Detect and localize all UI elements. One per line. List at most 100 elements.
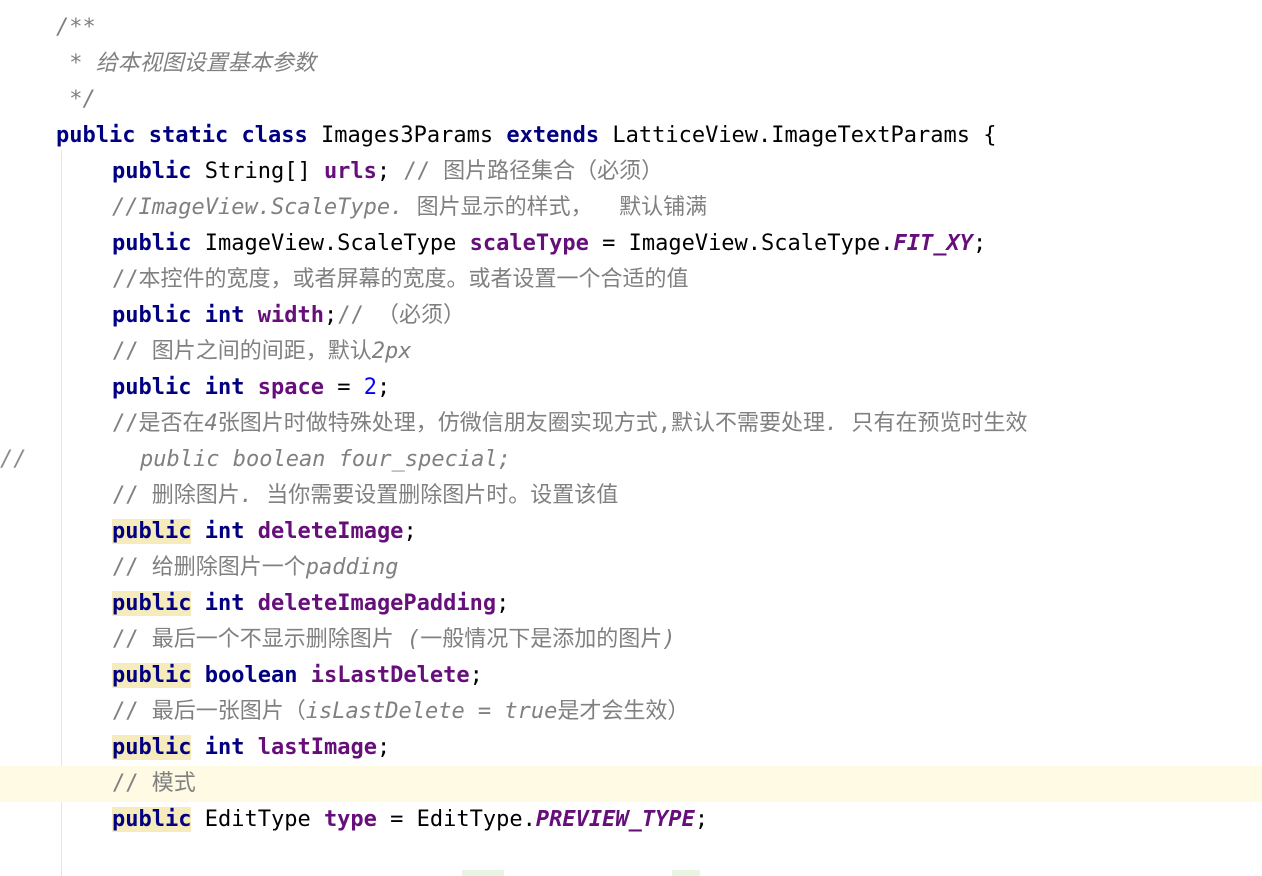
code-line[interactable]: */ <box>0 82 1262 118</box>
code-token: public <box>112 375 192 400</box>
code-text: public int width;// （必须） <box>112 298 465 334</box>
code-token: 4 <box>204 411 218 436</box>
code-token: // （必须） <box>337 303 465 328</box>
change-marker <box>462 870 504 876</box>
code-token: ; <box>403 519 417 544</box>
code-token: 图片显示的样式， 默认铺满 <box>403 195 708 220</box>
code-line[interactable]: // 最后一张图片（isLastDelete = true是才会生效） <box>0 694 1262 730</box>
code-token: 是才会生效） <box>557 699 690 724</box>
code-token: extends <box>506 123 600 148</box>
code-line[interactable]: // 给删除图片一个padding <box>0 550 1262 586</box>
code-token: public <box>112 303 192 328</box>
code-line[interactable]: public int deleteImage; <box>0 514 1262 550</box>
code-token: // 模式 <box>112 771 196 796</box>
code-token: public <box>112 231 192 256</box>
code-token: ; <box>323 303 338 328</box>
code-token: ; <box>376 735 391 760</box>
code-line[interactable]: public int lastImage; <box>0 730 1262 766</box>
code-token: static <box>148 123 229 148</box>
code-line[interactable]: public EditType type = EditType.PREVIEW_… <box>0 802 1262 838</box>
code-line[interactable]: /** <box>0 10 1262 46</box>
code-token: // 删除图片 <box>112 483 240 508</box>
code-token: public <box>112 735 192 760</box>
code-text: * 给本视图设置基本参数 <box>56 46 316 82</box>
code-line[interactable]: public int width;// （必须） <box>0 298 1262 334</box>
code-text: /** <box>56 10 96 46</box>
code-token: space <box>257 375 324 400</box>
code-text: public static class Images3Params extend… <box>56 118 996 154</box>
code-text: // 模式 <box>112 766 196 802</box>
code-text: public boolean isLastDelete; <box>112 658 483 694</box>
code-line[interactable]: public ImageView.ScaleType scaleType = I… <box>0 226 1262 262</box>
code-text: // 最后一个不显示删除图片 (一般情况下是添加的图片) <box>112 622 676 658</box>
code-token: = ImageView.ScaleType. <box>588 231 894 256</box>
code-line[interactable]: // 最后一个不显示删除图片 (一般情况下是添加的图片) <box>0 622 1262 658</box>
code-token: scaleType <box>469 231 589 256</box>
code-line[interactable]: // public boolean four_special; <box>0 442 1262 478</box>
change-marker <box>672 870 700 876</box>
code-line[interactable]: public int space = 2; <box>0 370 1262 406</box>
code-token: /** <box>56 15 96 40</box>
code-line[interactable]: //ImageView.ScaleType. 图片显示的样式， 默认铺满 <box>0 190 1262 226</box>
code-token: 当你需要设置删除图片时。设置该值 <box>253 483 619 508</box>
code-text: //本控件的宽度，或者屏幕的宽度。或者设置一个合适的值 <box>112 262 689 298</box>
code-token: */ <box>56 87 96 112</box>
code-line[interactable]: // 删除图片. 当你需要设置删除图片时。设置该值 <box>0 478 1262 514</box>
code-token: . <box>825 411 839 436</box>
code-token: //ImageView.ScaleType. <box>112 195 404 220</box>
code-token: ; <box>972 231 987 256</box>
code-token: LatticeView.ImageTextParams { <box>599 123 997 148</box>
code-token: isLastDelete = true <box>305 699 558 724</box>
code-text: //是否在4张图片时做特殊处理，仿微信朋友圈实现方式,默认不需要处理. 只有在预… <box>112 406 1028 442</box>
code-token: Images3Params <box>307 123 507 148</box>
code-line[interactable]: // 图片之间的间距，默认2px <box>0 334 1262 370</box>
code-token: deleteImage <box>257 519 404 544</box>
code-text: public int deleteImage; <box>112 514 417 550</box>
code-text: */ <box>56 82 96 118</box>
code-token: urls <box>323 159 377 184</box>
code-token: //是否在 <box>112 411 205 436</box>
code-line[interactable]: public boolean isLastDelete; <box>0 658 1262 694</box>
code-line[interactable]: //本控件的宽度，或者屏幕的宽度。或者设置一个合适的值 <box>0 262 1262 298</box>
code-token: public <box>112 663 192 688</box>
code-line[interactable]: //是否在4张图片时做特殊处理，仿微信朋友圈实现方式,默认不需要处理. 只有在预… <box>0 406 1262 442</box>
code-token: // 图片路径集合（必须） <box>390 159 664 184</box>
code-token: * 给本视图设置基本参数 <box>56 51 316 76</box>
code-line[interactable]: * 给本视图设置基本参数 <box>0 46 1262 82</box>
code-text: public EditType type = EditType.PREVIEW_… <box>112 802 708 838</box>
code-token: int <box>204 303 245 328</box>
code-text: public int lastImage; <box>112 730 390 766</box>
code-text: public String[] urls; // 图片路径集合（必须） <box>112 154 663 190</box>
code-token: type <box>323 807 377 832</box>
code-token: public <box>56 123 136 148</box>
code-line[interactable]: public String[] urls; // 图片路径集合（必须） <box>0 154 1262 190</box>
code-token: int <box>204 735 245 760</box>
code-token: deleteImagePadding <box>257 591 497 616</box>
code-text: // 给删除图片一个padding <box>112 550 398 586</box>
code-token: 只有在预览时生效 <box>838 411 1028 436</box>
code-token: public <box>112 591 192 616</box>
code-line[interactable]: public int deleteImagePadding; <box>0 586 1262 622</box>
code-text: // 删除图片. 当你需要设置删除图片时。设置该值 <box>112 478 618 514</box>
code-line[interactable]: public static class Images3Params extend… <box>0 118 1262 154</box>
code-token: padding <box>305 555 399 580</box>
code-token: EditType <box>191 807 324 832</box>
code-editor[interactable]: /** * 给本视图设置基本参数 */ public static class I… <box>0 0 1262 876</box>
code-token: ; <box>376 375 391 400</box>
code-token: 一般情况下是添加的图片 <box>420 627 663 652</box>
code-token: ; <box>469 663 483 688</box>
code-token: ; <box>496 591 510 616</box>
code-line[interactable]: // 模式 <box>0 766 1262 802</box>
code-token: boolean <box>204 663 298 688</box>
code-text: public int deleteImagePadding; <box>112 586 509 622</box>
